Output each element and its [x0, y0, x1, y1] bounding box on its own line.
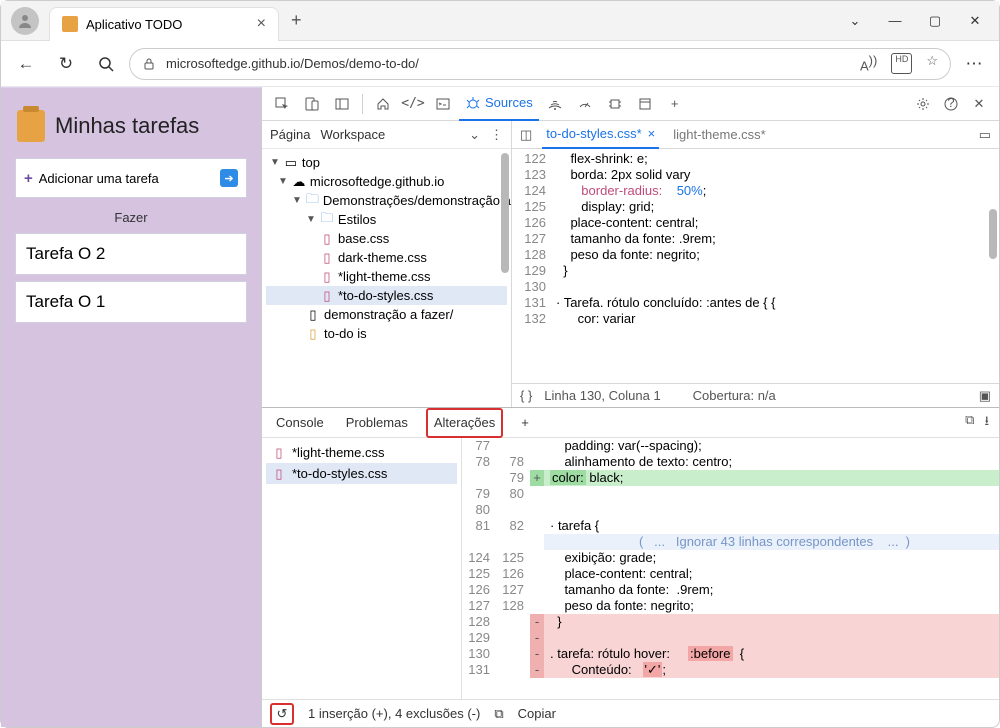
browser-tab[interactable]: Aplicativo TODO × [49, 7, 279, 41]
devtools-drawer: Console Problemas Alterações + ⧉ ⭳ ▯*lig… [262, 407, 999, 727]
clipboard-icon [62, 16, 78, 32]
tree-folder[interactable]: Estilos [338, 212, 376, 227]
panel-icon[interactable] [328, 90, 356, 118]
revert-button[interactable]: ↺ [270, 703, 294, 725]
url-text: microsoftedge.github.io/Demos/demo-to-do… [166, 56, 419, 71]
maximize-button[interactable]: ▢ [927, 13, 943, 29]
back-button[interactable]: ← [9, 47, 43, 81]
bug-icon [465, 95, 481, 111]
code-editor[interactable]: 122123124125126127128129130131132 flex-s… [512, 149, 999, 383]
svg-text:?: ? [947, 96, 954, 110]
tree-domain[interactable]: microsoftedge.github.io [310, 174, 444, 189]
hd-icon[interactable]: HD [891, 53, 912, 73]
tree-file[interactable]: *light-theme.css [338, 269, 430, 284]
app-title: Minhas tarefas [55, 113, 199, 139]
add-task-label: Adicionar uma tarefa [39, 171, 159, 186]
search-icon [98, 56, 114, 72]
new-tab-button[interactable]: + [279, 10, 314, 31]
task-item[interactable]: Tarefa O 2 [15, 233, 247, 275]
lock-icon [142, 57, 156, 71]
add-task-input[interactable]: + Adicionar uma tarefa ➔ [15, 158, 247, 198]
close-icon[interactable]: × [648, 126, 656, 141]
favorite-icon[interactable]: ☆ [926, 53, 938, 73]
minimize-button[interactable]: — [887, 13, 903, 29]
sources-label: Sources [485, 95, 533, 110]
search-button[interactable] [89, 47, 123, 81]
coverage-status: Cobertura: n/a [693, 388, 776, 403]
task-item[interactable]: Tarefa O 1 [15, 281, 247, 323]
devtools-toolbar: </> Sources + ? ✕ [262, 87, 999, 121]
tree-file[interactable]: base.css [338, 231, 389, 246]
clipboard-icon [17, 110, 45, 142]
tree-file[interactable]: to-do is [324, 326, 367, 341]
file-tree[interactable]: ▼▭top ▼☁microsoftedge.github.io ▼🗀Demons… [262, 149, 511, 407]
memory-icon[interactable] [601, 90, 629, 118]
editor-tabs: ◫ to-do-styles.css*× light-theme.css* ▭ [512, 121, 999, 149]
workspace-tab[interactable]: Workspace [320, 127, 385, 142]
tree-folder[interactable]: Demonstrações/demonstração a fazer [323, 193, 511, 208]
menu-button[interactable]: ⋯ [957, 47, 991, 81]
device-icon[interactable] [298, 90, 326, 118]
more-tabs-button[interactable]: + [661, 90, 689, 118]
diff-view[interactable]: 77 padding: var(--spacing);7878 alinhame… [462, 438, 999, 699]
alteracoes-tab[interactable]: Alterações [426, 408, 503, 438]
chevron-down-icon[interactable]: ⌄ [469, 127, 480, 143]
add-drawer-tab[interactable]: + [517, 408, 533, 438]
cursor-position: Linha 130, Coluna 1 [544, 388, 660, 403]
todo-app: Minhas tarefas + Adicionar uma tarefa ➔ … [1, 87, 261, 727]
close-tab-icon[interactable]: × [257, 15, 266, 33]
copy-icon[interactable]: ⧉ [494, 706, 503, 722]
read-aloud-icon[interactable]: A)) [860, 53, 877, 73]
submit-arrow-icon[interactable]: ➔ [220, 169, 238, 187]
changes-summary: 1 inserção (+), 4 exclusões (-) [308, 706, 480, 721]
tab-title: Aplicativo TODO [86, 17, 182, 32]
toggle-navigator-icon[interactable]: ◫ [520, 127, 532, 143]
download-icon[interactable]: ⭳ [984, 412, 989, 434]
changes-file-list: ▯*light-theme.css ▯*to-do-styles.css [262, 438, 462, 699]
address-bar[interactable]: microsoftedge.github.io/Demos/demo-to-do… [129, 48, 951, 80]
section-label: Fazer [15, 210, 247, 225]
sources-tab[interactable]: Sources [459, 87, 539, 121]
file-tab-active[interactable]: to-do-styles.css*× [542, 121, 659, 149]
navbar: ← ↻ microsoftedge.github.io/Demos/demo-t… [1, 41, 999, 87]
application-icon[interactable] [631, 90, 659, 118]
more-icon[interactable]: ⋮ [490, 127, 503, 143]
tree-file[interactable]: *to-do-styles.css [338, 288, 433, 303]
tree-top[interactable]: top [302, 155, 320, 170]
welcome-icon[interactable] [369, 90, 397, 118]
window-controls: ⌄ — ▢ ✕ [847, 13, 999, 29]
tree-file[interactable]: dark-theme.css [338, 250, 427, 265]
dock-icon[interactable]: ⧉ [965, 412, 974, 434]
problemas-tab[interactable]: Problemas [342, 408, 412, 438]
copy-label[interactable]: Copiar [518, 706, 556, 721]
profile-avatar[interactable] [11, 7, 39, 35]
image-icon[interactable]: ▣ [979, 388, 991, 404]
file-tab[interactable]: light-theme.css* [669, 121, 769, 149]
titlebar: Aplicativo TODO × + ⌄ — ▢ ✕ [1, 1, 999, 41]
help-icon[interactable]: ? [937, 90, 965, 118]
sources-navigator: Página Workspace ⌄ ⋮ ▼▭top ▼☁microsofted… [262, 121, 512, 407]
console-tab[interactable]: Console [272, 408, 328, 438]
braces-button[interactable]: { } [520, 388, 532, 403]
refresh-button[interactable]: ↻ [49, 47, 83, 81]
user-icon [17, 13, 33, 29]
elements-icon[interactable]: </> [399, 90, 427, 118]
network-icon[interactable] [541, 90, 569, 118]
changed-file[interactable]: ▯*to-do-styles.css [266, 463, 457, 484]
more-icon[interactable]: ▭ [979, 127, 991, 143]
tree-file[interactable]: demonstração a fazer/ [324, 307, 453, 322]
performance-icon[interactable] [571, 90, 599, 118]
close-window-button[interactable]: ✕ [967, 13, 983, 29]
settings-icon[interactable] [909, 90, 937, 118]
editor-status: { } Linha 130, Coluna 1 Cobertura: n/a ▣ [512, 383, 999, 407]
devtools: </> Sources + ? ✕ Página Workspace [261, 87, 999, 727]
plus-icon: + [24, 170, 33, 187]
close-devtools-button[interactable]: ✕ [965, 90, 993, 118]
console-icon[interactable] [429, 90, 457, 118]
pagina-tab[interactable]: Página [270, 127, 310, 142]
chevron-down-icon[interactable]: ⌄ [847, 13, 863, 29]
changed-file[interactable]: ▯*light-theme.css [266, 442, 457, 463]
inspect-icon[interactable] [268, 90, 296, 118]
